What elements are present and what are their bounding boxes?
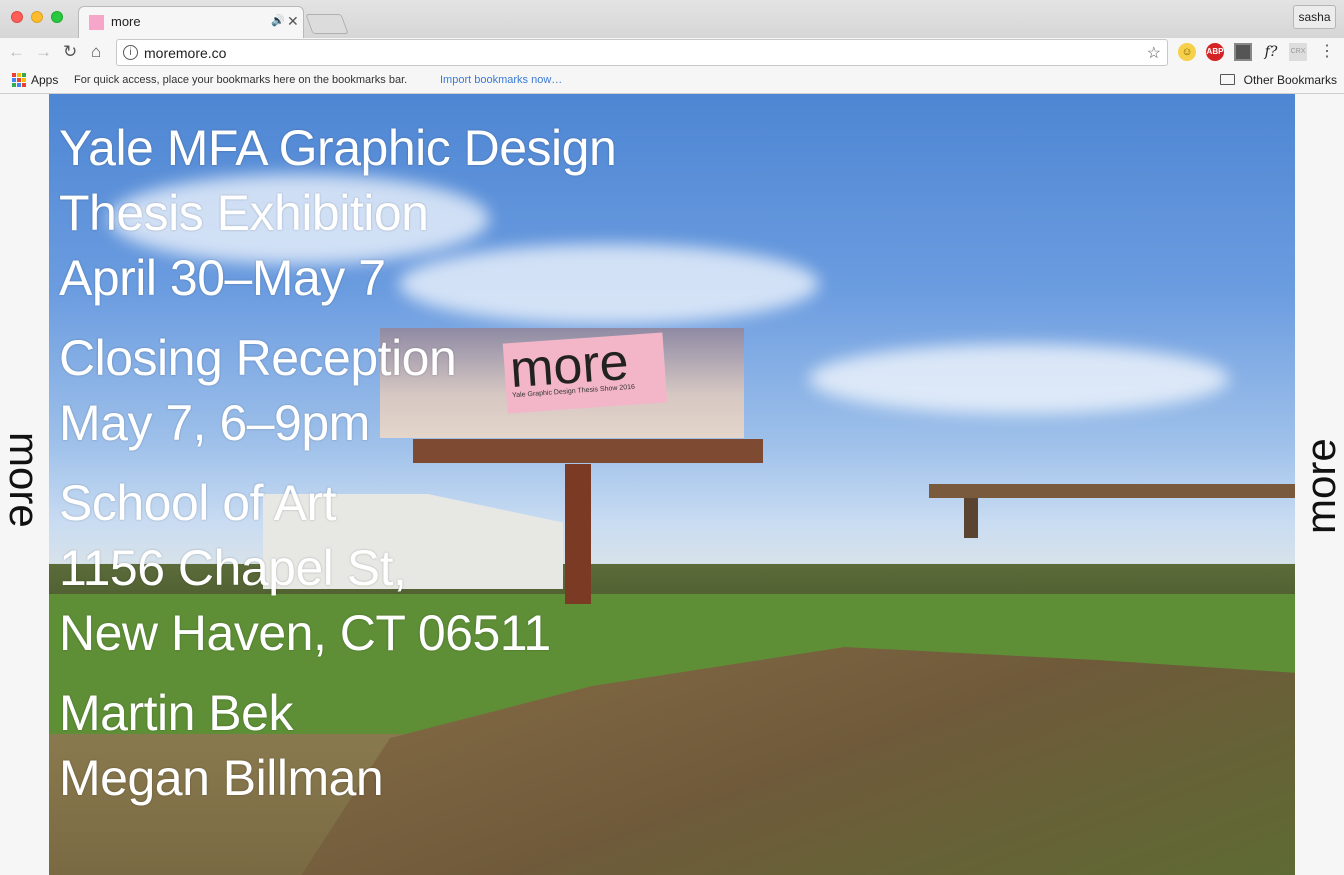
tab-title: more — [111, 14, 141, 29]
window-close-button[interactable] — [11, 11, 23, 23]
artist-name[interactable]: Martin Bek — [59, 681, 616, 746]
favicon-icon — [89, 15, 104, 30]
apps-grid-icon[interactable] — [12, 73, 26, 87]
cloud — [809, 344, 1229, 414]
bookmarks-bar: Apps For quick access, place your bookma… — [0, 68, 1344, 94]
other-bookmarks-button[interactable]: Other Bookmarks — [1244, 73, 1337, 87]
side-label-right[interactable]: more — [1297, 438, 1344, 534]
crx-icon[interactable]: CRX — [1289, 43, 1307, 61]
venue-street: 1156 Chapel St, — [59, 540, 407, 596]
font-detector-icon[interactable]: f? — [1262, 43, 1280, 61]
reception-time: May 7, 6–9pm — [59, 395, 370, 451]
new-tab-button[interactable] — [305, 14, 349, 34]
bookmarks-hint: For quick access, place your bookmarks h… — [74, 74, 408, 86]
venue-name: School of Art — [59, 475, 337, 531]
tab-close-icon[interactable]: ✕ — [287, 13, 299, 30]
reception-title: Closing Reception — [59, 330, 457, 386]
headline-line: Thesis Exhibition — [59, 185, 429, 241]
reload-icon[interactable]: ↻ — [63, 42, 77, 62]
browser-menu-icon[interactable]: ⋮ — [1318, 43, 1336, 61]
side-label-left[interactable]: more — [1, 432, 48, 528]
site-info-icon[interactable]: i — [123, 45, 138, 60]
back-arrow-icon[interactable]: ← — [8, 42, 25, 62]
browser-toolbar: ← → ↻ ⌂ i moremore.co ☆ ☺ ABP f? CRX ⋮ — [0, 38, 1344, 68]
venue-city: New Haven, CT 06511 — [59, 605, 551, 661]
adblock-plus-icon[interactable]: ABP — [1206, 43, 1224, 61]
audio-playing-icon[interactable]: 🔊 — [271, 14, 285, 27]
home-icon[interactable]: ⌂ — [91, 42, 101, 62]
box-extension-icon[interactable] — [1234, 43, 1252, 61]
title-bar: more 🔊 ✕ sasha — [0, 0, 1344, 38]
exhibition-info: Yale MFA Graphic Design Thesis Exhibitio… — [59, 116, 617, 811]
hero-photo: more Yale Graphic Design Thesis Show 201… — [49, 94, 1295, 875]
profile-button[interactable]: sasha — [1293, 5, 1336, 29]
artist-name[interactable]: Megan Billman — [59, 746, 616, 811]
apps-link[interactable]: Apps — [31, 73, 58, 87]
dates-line: April 30–May 7 — [59, 250, 386, 306]
emoji-face-icon[interactable]: ☺ — [1178, 43, 1196, 61]
url-text[interactable]: moremore.co — [144, 45, 226, 61]
bridge-pillar — [964, 498, 978, 538]
folder-icon — [1220, 74, 1235, 85]
overpass-bridge — [929, 484, 1295, 498]
window-minimize-button[interactable] — [31, 11, 43, 23]
import-bookmarks-link[interactable]: Import bookmarks now… — [440, 74, 562, 86]
address-bar[interactable]: i moremore.co ☆ — [116, 39, 1168, 66]
bookmark-star-icon[interactable]: ☆ — [1147, 43, 1161, 63]
headline-line: Yale MFA Graphic Design — [59, 120, 617, 176]
browser-tab[interactable]: more 🔊 ✕ — [78, 6, 304, 38]
window-maximize-button[interactable] — [51, 11, 63, 23]
forward-arrow-icon[interactable]: → — [35, 42, 52, 62]
